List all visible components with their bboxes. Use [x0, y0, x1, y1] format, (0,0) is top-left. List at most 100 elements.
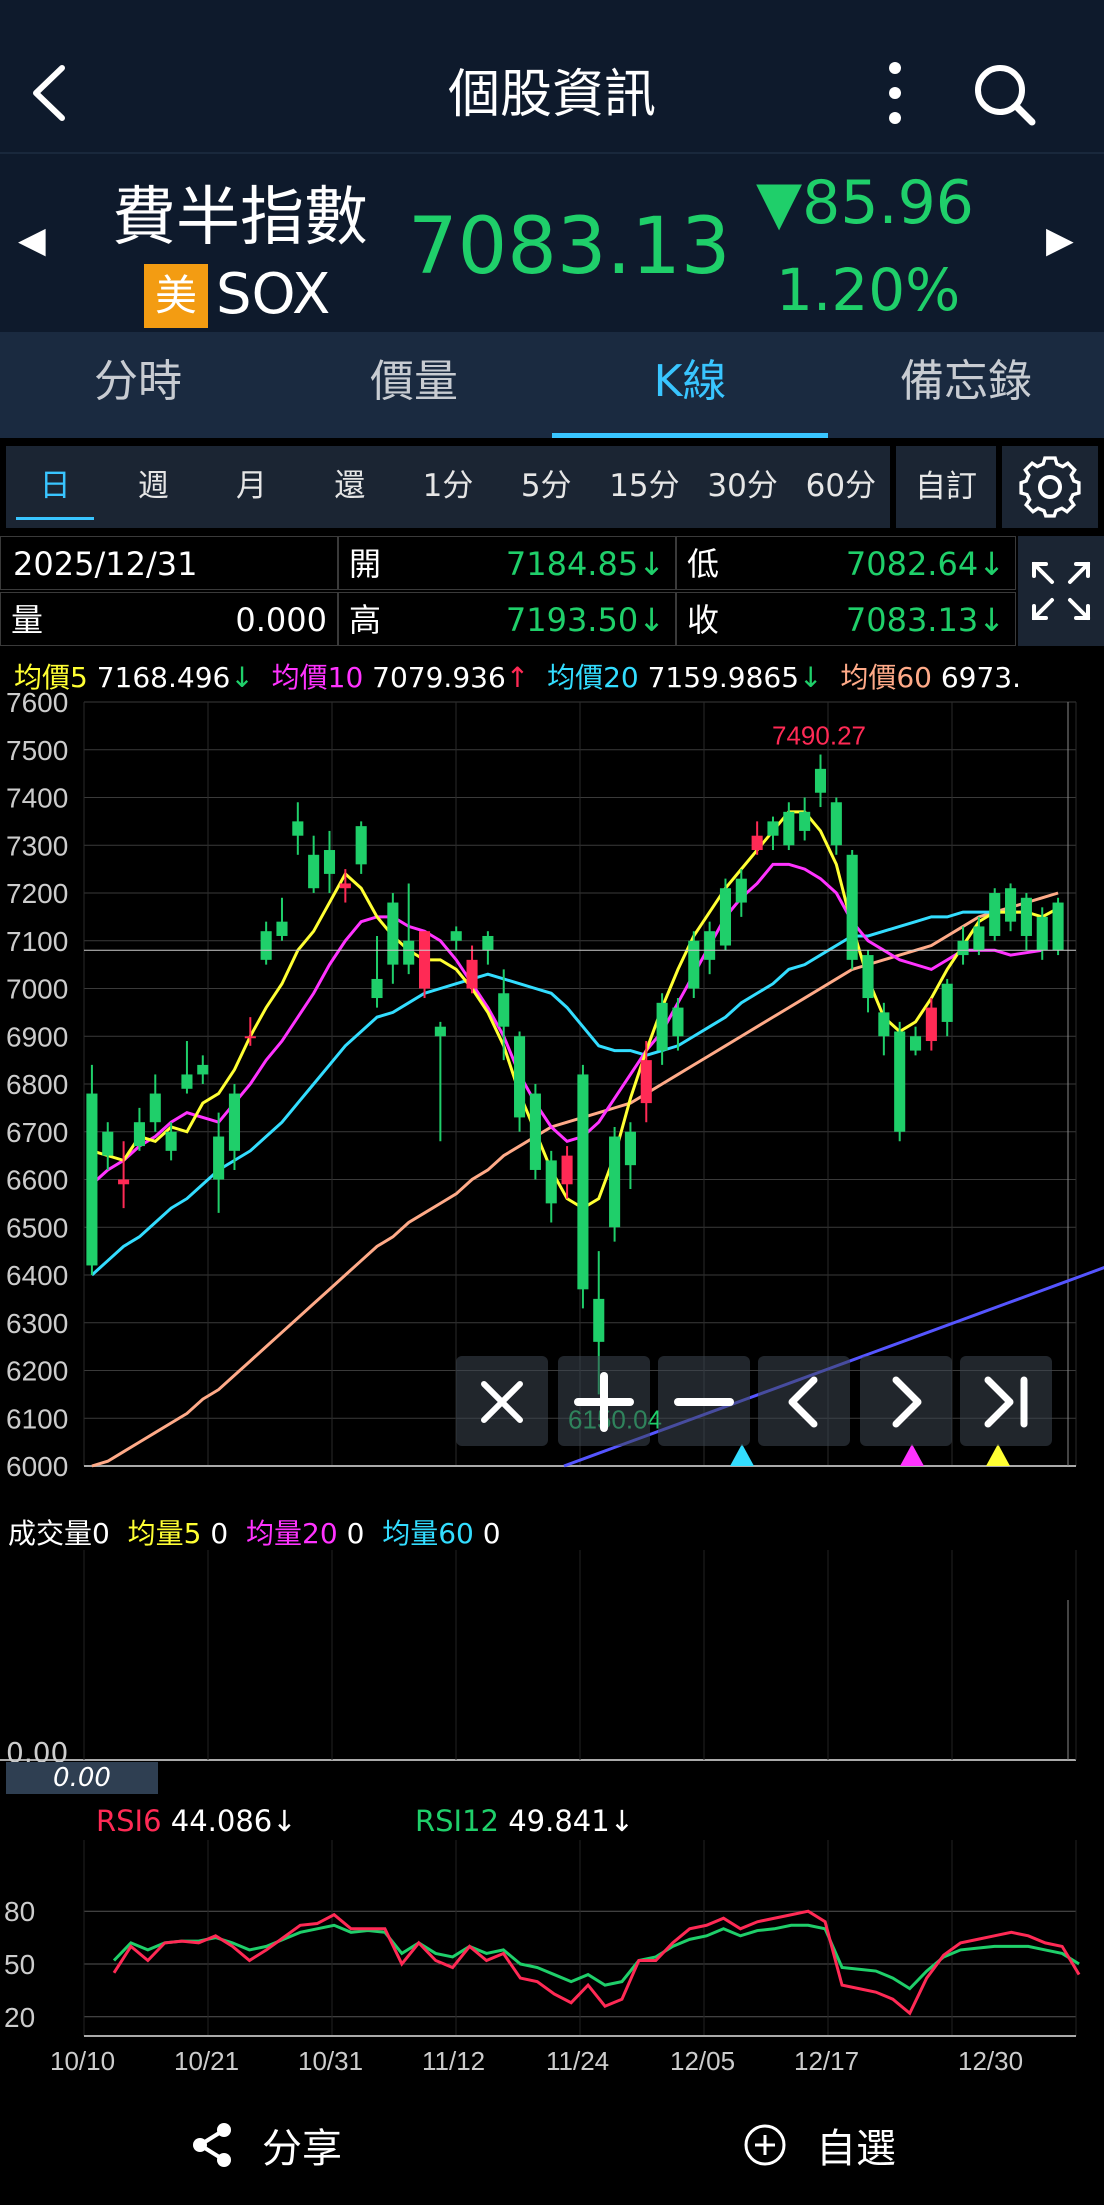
rsi12-value: 49.841↓	[508, 1804, 635, 1838]
rsi-y-tick-label: 50	[4, 1949, 35, 1980]
candle-body	[276, 921, 288, 936]
period-30min[interactable]: 30分	[694, 446, 792, 528]
y-tick-label: 6300	[6, 1308, 68, 1339]
ohlc-close-cell: 收 7083.13↓	[676, 592, 1016, 646]
x-tick-label: 10/21	[174, 2046, 239, 2076]
y-tick-label: 6400	[6, 1260, 68, 1291]
ohlc-panel: 2025/12/31 開 7184.85↓ 低 7082.64↓ 量 0.000…	[0, 536, 1016, 646]
candle-body	[957, 940, 969, 956]
tab-price-volume[interactable]: 價量	[276, 332, 552, 438]
price-change: ▼85.96	[756, 168, 974, 238]
candle-body	[165, 1131, 177, 1151]
candle-body	[719, 888, 732, 946]
vol-label: 成交量	[8, 1517, 93, 1550]
x-tick-label: 10/10	[50, 2046, 115, 2076]
y-tick-label: 6200	[6, 1356, 68, 1387]
ma5-label: 均價5	[14, 661, 88, 692]
candle-body	[624, 1131, 636, 1166]
low-label: 低	[687, 545, 720, 583]
scroll-right-button[interactable]	[860, 1356, 952, 1446]
gear-icon[interactable]	[1002, 446, 1098, 528]
candle-body	[878, 1012, 890, 1037]
period-month[interactable]: 月	[202, 446, 300, 528]
period-1min[interactable]: 1分	[399, 446, 497, 528]
ma-legend: 均價5 7168.496↓ 均價10 7079.936↑ 均價20 7159.9…	[14, 656, 1104, 692]
ohlc-volume-cell: 量 0.000	[0, 592, 338, 646]
tab-memo[interactable]: 備忘錄	[828, 332, 1104, 438]
candle-body	[197, 1064, 209, 1075]
candle-body	[403, 940, 415, 965]
candle-body	[989, 893, 1001, 936]
zoom-in-button[interactable]	[558, 1356, 650, 1446]
ohlc-open-cell: 開 7184.85↓	[338, 536, 676, 590]
rsi6-label: RSI6	[96, 1804, 162, 1838]
add-watchlist-button[interactable]: 自選	[742, 2110, 896, 2180]
volume-label: 量	[11, 601, 44, 639]
share-button[interactable]: 分享	[190, 2110, 342, 2180]
period-selector: 日 週 月 還 1分 5分 15分 30分 60分	[6, 446, 890, 528]
candle-body	[514, 1036, 526, 1118]
minus-icon	[674, 1398, 734, 1406]
period-week[interactable]: 週	[104, 446, 202, 528]
candle-body	[308, 854, 320, 889]
candle-body	[688, 940, 700, 989]
ma5-value: 7168.496	[96, 661, 231, 692]
watchlist-label: 自選	[816, 2126, 896, 2172]
tab-intraday[interactable]: 分時	[0, 332, 276, 438]
period-60min[interactable]: 60分	[792, 446, 890, 528]
candle-body	[244, 1036, 256, 1039]
candle-body	[545, 1160, 557, 1204]
period-15min[interactable]: 15分	[595, 446, 693, 528]
prev-stock-icon[interactable]: ◀	[18, 220, 46, 261]
period-adjusted[interactable]: 還	[301, 446, 399, 528]
x-tick-label: 12/05	[670, 2046, 735, 2076]
ma20-dir: ↓	[799, 661, 823, 692]
candle-body	[593, 1298, 605, 1342]
more-icon[interactable]	[870, 58, 920, 128]
period-5min[interactable]: 5分	[497, 446, 595, 528]
share-icon	[193, 2123, 231, 2167]
candle-body	[498, 993, 510, 1027]
tab-kline[interactable]: K線	[552, 332, 828, 438]
ohlc-high-cell: 高 7193.50↓	[338, 592, 676, 646]
stock-name: 費半指數	[112, 181, 368, 255]
candle-body	[181, 1074, 193, 1089]
candle-body	[371, 978, 383, 999]
candle-body	[909, 1036, 922, 1051]
candle-body	[339, 883, 351, 889]
scroll-left-button[interactable]	[758, 1356, 850, 1446]
open-value: 7184.85↓	[505, 545, 665, 583]
close-controls-button[interactable]	[456, 1356, 548, 1446]
candle-body	[830, 802, 842, 846]
candle-body	[260, 931, 272, 960]
custom-period-button[interactable]: 自訂	[896, 446, 996, 528]
y-tick-label: 7100	[6, 926, 68, 957]
candle-body	[450, 931, 462, 941]
candle-body	[640, 1060, 652, 1104]
high-label: 高	[349, 601, 382, 639]
vol-value: 0	[92, 1517, 110, 1550]
volume-legend: 成交量0 均量5 0 均量20 0 均量60 0	[8, 1512, 501, 1552]
bottom-bar: 分享 自選	[0, 2088, 1104, 2205]
candle-body	[941, 983, 953, 1022]
ma10-value: 7079.936	[372, 661, 506, 692]
jump-to-end-button[interactable]	[960, 1356, 1052, 1446]
zoom-out-button[interactable]	[658, 1356, 750, 1446]
search-icon[interactable]	[970, 60, 1040, 130]
candle-body	[656, 1002, 668, 1051]
stock-symbol: SOX	[216, 262, 331, 327]
top-bar: 個股資訊	[0, 0, 1104, 152]
candle-body	[609, 1136, 621, 1228]
next-stock-icon[interactable]: ▶	[1046, 220, 1074, 261]
candle-body	[751, 835, 763, 851]
candle-body	[925, 1007, 937, 1042]
main-tabs: 分時 價量 K線 備忘錄	[0, 332, 1104, 438]
y-tick-label: 7600	[6, 690, 68, 718]
signal-marker	[986, 1444, 1010, 1466]
ma10-label: 均價10	[271, 661, 364, 692]
candle-body	[1005, 888, 1017, 922]
period-day[interactable]: 日	[6, 446, 104, 528]
fullscreen-icon[interactable]	[1018, 536, 1104, 646]
ohlc-date-cell: 2025/12/31	[0, 536, 338, 590]
market-badge: 美	[144, 264, 208, 328]
